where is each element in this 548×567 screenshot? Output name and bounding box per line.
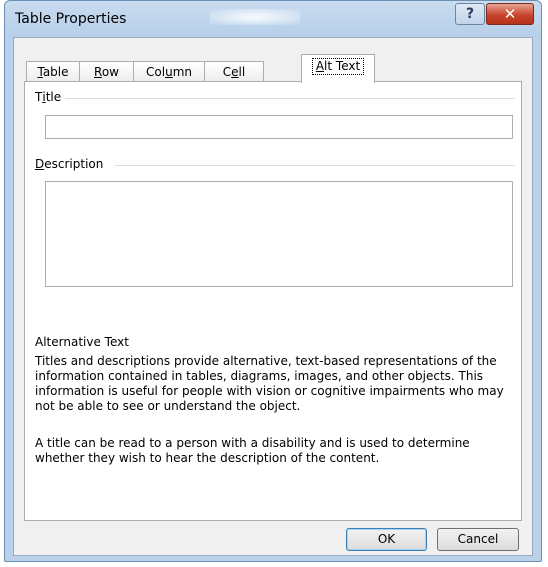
table-properties-dialog: Table Properties ? ✕ Table Row Column Ce…: [4, 0, 542, 562]
tab-column-label: Column: [146, 65, 192, 79]
dialog-title: Table Properties: [15, 11, 127, 27]
tab-row[interactable]: Row: [79, 61, 134, 82]
tab-row-label: Row: [94, 65, 119, 79]
dialog-client-area: Table Row Column Cell Alt Text Ti tle D …: [13, 37, 533, 556]
tab-column[interactable]: Column: [133, 61, 205, 82]
tab-strip: Table Row Column Cell Alt Text: [14, 54, 532, 83]
description-section-label: Description: [35, 157, 104, 171]
title-bar[interactable]: Table Properties ? ✕: [5, 1, 541, 37]
tab-table-label: Table: [37, 65, 69, 79]
cancel-button-label: Cancel: [457, 532, 499, 546]
help-button[interactable]: ?: [455, 3, 485, 25]
help-icon: ?: [465, 6, 475, 22]
title-glow: [210, 9, 300, 25]
ok-button[interactable]: OK: [346, 528, 427, 551]
title-input[interactable]: [45, 115, 513, 139]
alternative-text-heading: Alternative Text: [35, 335, 129, 349]
alternative-text-paragraph-1: Titles and descriptions provide alternat…: [35, 354, 504, 413]
alternative-text-paragraph-2: A title can be read to a person with a d…: [35, 436, 470, 465]
close-button[interactable]: ✕: [486, 3, 534, 25]
tab-cell[interactable]: Cell: [204, 61, 264, 82]
title-section-divider: [65, 98, 515, 99]
close-icon: ✕: [503, 5, 517, 23]
tab-alt-text[interactable]: Alt Text: [301, 54, 375, 83]
title-section-label: Ti tle: [35, 90, 62, 104]
alt-text-panel: Ti tle Description Alternative Text Title…: [24, 81, 522, 521]
cancel-button[interactable]: Cancel: [437, 528, 519, 551]
ok-button-label: OK: [377, 532, 396, 546]
tab-alt-text-label: Alt Text: [311, 58, 365, 75]
description-section-divider: [115, 165, 515, 166]
tab-table[interactable]: Table: [26, 61, 80, 82]
description-textarea[interactable]: [45, 181, 513, 287]
tab-cell-label: Cell: [222, 65, 246, 79]
